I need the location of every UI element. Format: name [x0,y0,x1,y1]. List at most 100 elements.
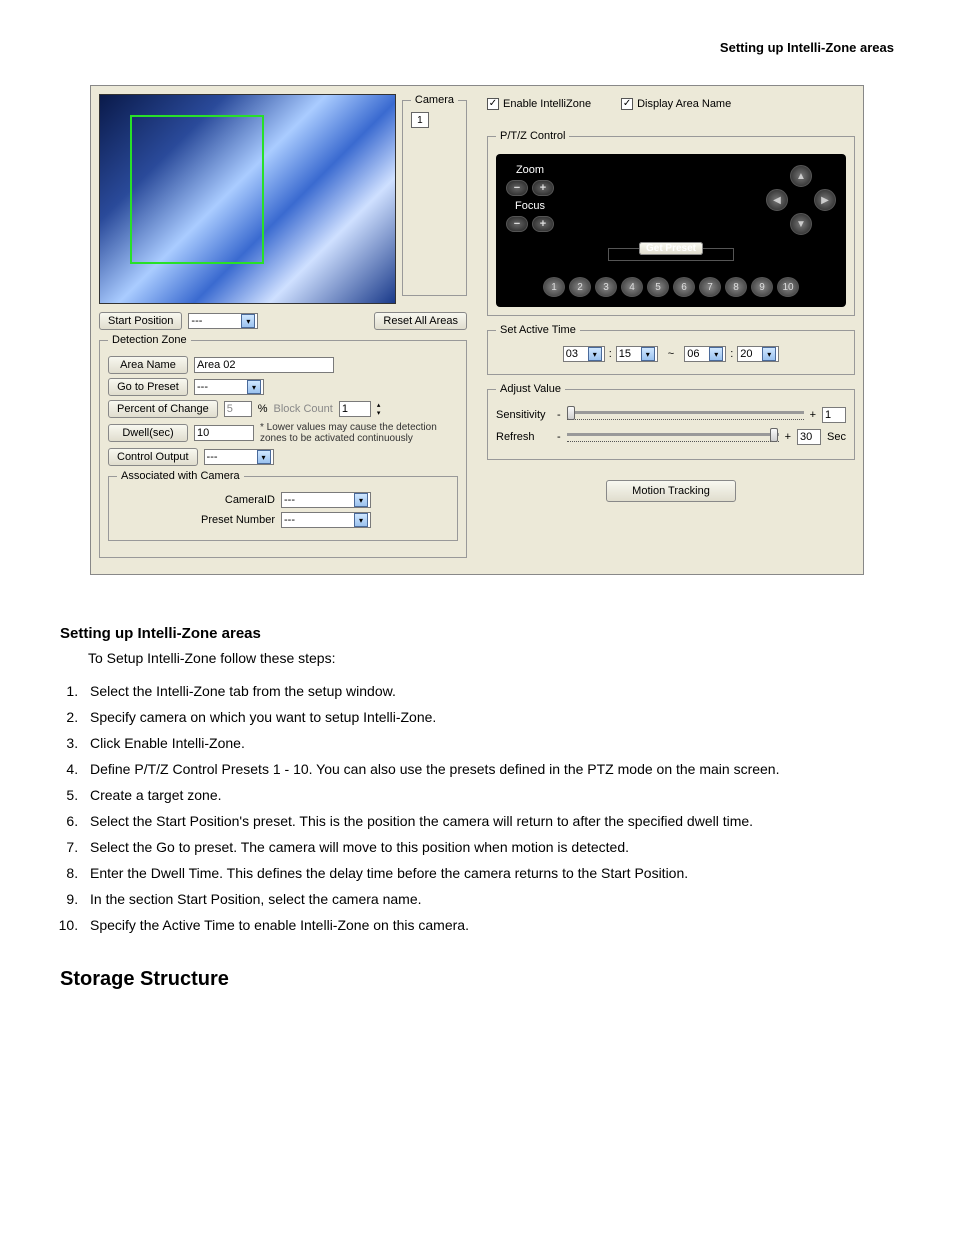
motion-tracking-button[interactable]: Motion Tracking [606,480,736,502]
step-item: Enter the Dwell Time. This defines the d… [82,860,894,886]
preset-8-button[interactable]: 8 [725,277,747,297]
camera-id-value: --- [284,494,295,506]
step-item: Select the Start Position's preset. This… [82,808,894,834]
preset-4-button[interactable]: 4 [621,277,643,297]
zoom-in-button[interactable]: + [532,180,554,196]
chevron-down-icon: ▾ [354,493,368,507]
focus-label: Focus [506,200,554,212]
checkbox-checked-icon: ✓ [487,98,499,110]
refresh-label: Refresh [496,431,551,443]
time-from-min-select[interactable]: 15▾ [616,346,658,362]
dwell-button[interactable]: Dwell(sec) [108,424,188,442]
enable-intellizone-label: Enable IntelliZone [503,98,591,110]
enable-intellizone-checkbox[interactable]: ✓ Enable IntelliZone [487,98,591,110]
associated-camera-fieldset: Associated with Camera CameraID --- ▾ Pr… [108,470,458,541]
dwell-note: * Lower values may cause the detection z… [260,422,458,444]
ptz-panel: Zoom − + Focus − + ▲ [496,154,846,307]
ptz-control-fieldset: P/T/Z Control Zoom − + Focus − [487,130,855,316]
block-count-label: Block Count [274,403,333,415]
preset-number-value: --- [284,514,295,526]
preset-bar: 1 2 3 4 5 6 7 8 9 10 [506,277,836,297]
chevron-down-icon: ▾ [257,450,271,464]
area-name-input[interactable] [194,357,334,373]
chevron-down-icon: ▾ [641,347,655,361]
goto-preset-button[interactable]: Go to Preset [108,378,188,396]
get-preset-fieldset: Get Preset [608,242,734,261]
preset-10-button[interactable]: 10 [777,277,799,297]
preset-2-button[interactable]: 2 [569,277,591,297]
area-name-button[interactable]: Area Name [108,356,188,374]
associated-camera-legend: Associated with Camera [117,470,244,482]
refresh-input[interactable] [797,429,821,445]
tilt-up-button[interactable]: ▲ [790,165,812,187]
ptz-control-legend: P/T/Z Control [496,130,569,142]
step-item: Create a target zone. [82,782,894,808]
control-output-button[interactable]: Control Output [108,448,198,466]
control-output-select[interactable]: --- ▾ [204,449,274,465]
step-item: Select the Go to preset. The camera will… [82,834,894,860]
start-position-select[interactable]: --- ▾ [188,313,258,329]
step-item: In the section Start Position, select th… [82,886,894,912]
time-separator: ~ [662,348,680,360]
preset-number-select[interactable]: --- ▾ [281,512,371,528]
camera-legend: Camera [411,94,458,106]
camera-fieldset: Camera 1 [402,94,467,296]
percent-unit: % [258,403,268,415]
step-item: Click Enable Intelli-Zone. [82,730,894,756]
time-to-hour-select[interactable]: 06▾ [684,346,726,362]
time-to-min-select[interactable]: 20▾ [737,346,779,362]
tilt-down-button[interactable]: ▼ [790,213,812,235]
preset-6-button[interactable]: 6 [673,277,695,297]
start-position-button[interactable]: Start Position [99,312,182,330]
zoom-label: Zoom [506,164,554,176]
preset-5-button[interactable]: 5 [647,277,669,297]
focus-out-button[interactable]: − [506,216,528,232]
zoom-out-button[interactable]: − [506,180,528,196]
dwell-input[interactable] [194,425,254,441]
preset-9-button[interactable]: 9 [751,277,773,297]
chevron-down-icon: ▾ [354,513,368,527]
pan-left-button[interactable]: ◀ [766,189,788,211]
chevron-down-icon: ▾ [762,347,776,361]
pan-right-button[interactable]: ▶ [814,189,836,211]
block-count-input[interactable] [339,401,371,417]
chevron-down-icon: ▾ [588,347,602,361]
preset-3-button[interactable]: 3 [595,277,617,297]
sensitivity-slider[interactable] [567,411,804,414]
preset-7-button[interactable]: 7 [699,277,721,297]
goto-preset-value: --- [197,381,208,393]
get-preset-button[interactable]: Get Preset [639,242,703,255]
intellizone-dialog: Camera 1 Start Position --- ▾ Reset All … [90,85,864,575]
set-active-time-legend: Set Active Time [496,324,580,336]
spinner-up-icon[interactable]: ▴ [377,401,389,409]
reset-all-areas-button[interactable]: Reset All Areas [374,312,467,330]
checkbox-checked-icon: ✓ [621,98,633,110]
sensitivity-label: Sensitivity [496,409,551,421]
step-item: Specify the Active Time to enable Intell… [82,912,894,938]
refresh-unit: Sec [827,431,846,443]
section-intro: To Setup Intelli-Zone follow these steps… [88,650,894,666]
page-header-title: Setting up Intelli-Zone areas [60,40,894,55]
spinner-down-icon[interactable]: ▾ [377,409,389,417]
set-active-time-fieldset: Set Active Time 03▾ : 15▾ ~ 06▾ : 20▾ [487,324,855,375]
ptz-dpad: ▲ ▼ ◀ ▶ [766,165,836,235]
time-from-hour-select[interactable]: 03▾ [563,346,605,362]
chevron-down-icon: ▾ [247,380,261,394]
step-item: Select the Intelli-Zone tab from the set… [82,678,894,704]
camera-id-select[interactable]: --- ▾ [281,492,371,508]
display-area-name-label: Display Area Name [637,98,731,110]
goto-preset-select[interactable]: --- ▾ [194,379,264,395]
chevron-down-icon: ▾ [241,314,255,328]
refresh-slider[interactable] [567,433,779,436]
preset-1-button[interactable]: 1 [543,277,565,297]
sensitivity-input[interactable] [822,407,846,423]
focus-in-button[interactable]: + [532,216,554,232]
adjust-value-legend: Adjust Value [496,383,565,395]
camera-preview[interactable] [99,94,396,304]
step-item: Define P/T/Z Control Presets 1 - 10. You… [82,756,894,782]
section-title: Setting up Intelli-Zone areas [60,625,894,642]
percent-of-change-button[interactable]: Percent of Change [108,400,218,418]
display-area-name-checkbox[interactable]: ✓ Display Area Name [621,98,731,110]
main-heading: Storage Structure [60,968,894,991]
detection-zone-legend: Detection Zone [108,334,191,346]
